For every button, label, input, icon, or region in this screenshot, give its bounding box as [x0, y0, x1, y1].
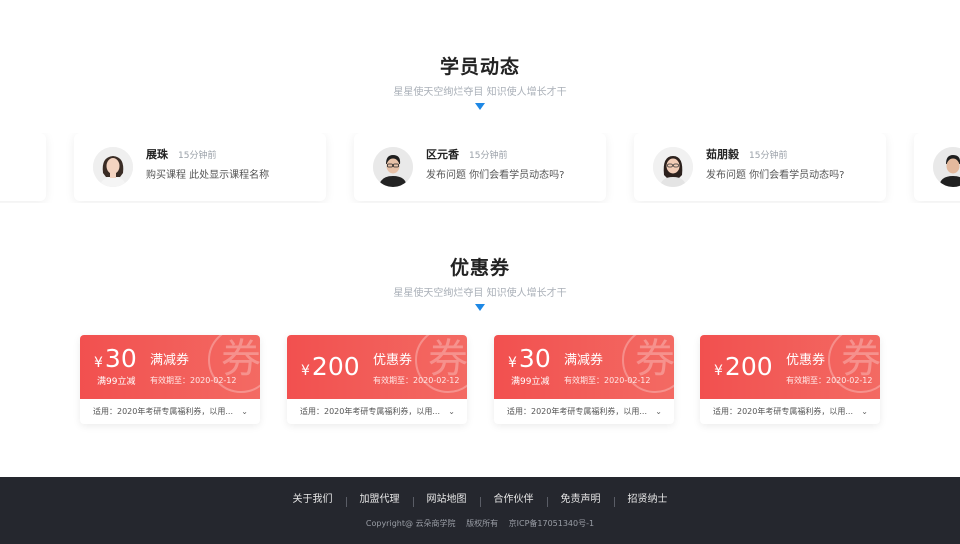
students-section-title: 学员动态	[439, 56, 520, 78]
students-section-header: 学员动态 星星使天空绚烂夺目 知识使人增长才干	[0, 55, 960, 110]
avatar	[653, 147, 693, 187]
coupon-currency: ¥	[301, 363, 310, 379]
students-section-subtitle: 星星使天空绚烂夺目 知识使人增长才干	[393, 87, 567, 98]
avatar	[933, 147, 960, 187]
coupon-card[interactable]: 券 ¥30 满99立减 满减券 有效期至：2020-02-12 适用：2020年…	[80, 335, 260, 424]
coupon-description-toggle[interactable]: 适用：2020年考研专属福利券，以用... ⌄	[287, 399, 467, 424]
footer-link-careers[interactable]: 招贤纳士	[615, 493, 681, 507]
triangle-down-icon	[475, 103, 485, 110]
coupon-amount: 30	[104, 344, 137, 373]
activity-card[interactable]: 展珠 15分钟前 购买课程 此处显示课程名称	[74, 133, 326, 201]
coupon-expire: 有效期至：2020-02-12	[564, 376, 651, 385]
footer-link-partners[interactable]: 合作伙伴	[481, 493, 547, 507]
coupon-expire: 有效期至：2020-02-12	[373, 376, 460, 385]
coupon-description-toggle[interactable]: 适用：2020年考研专属福利券，以用... ⌄	[80, 399, 260, 424]
coupon-description: 适用：2020年考研专属福利券，以用...	[507, 407, 647, 416]
coupon-amount: 200	[311, 352, 360, 381]
activity-card-partial-right[interactable]	[914, 133, 960, 201]
coupon-type: 满减券	[150, 353, 190, 368]
coupon-description-toggle[interactable]: 适用：2020年考研专属福利券，以用... ⌄	[494, 399, 674, 424]
coupon-amount: 30	[518, 344, 551, 373]
footer-link-franchise[interactable]: 加盟代理	[347, 493, 413, 507]
coupons-section-header: 优惠券 星星使天空绚烂夺目 知识使人增长才干	[0, 256, 960, 311]
coupon-card[interactable]: 券 ¥30 满99立减 满减券 有效期至：2020-02-12 适用：2020年…	[494, 335, 674, 424]
coupon-expire: 有效期至：2020-02-12	[786, 376, 873, 385]
footer-links: 关于我们 加盟代理 网站地图 合作伙伴 免责声明 招贤纳士	[0, 493, 960, 507]
coupon-condition: 满99立减	[97, 377, 136, 387]
coupon-description: 适用：2020年考研专属福利券，以用...	[713, 407, 853, 416]
triangle-down-icon	[475, 304, 485, 311]
coupon-type: 优惠券	[786, 353, 826, 368]
chevron-down-icon[interactable]: ⌄	[861, 399, 868, 424]
activity-card[interactable]: 茹朋毅 15分钟前 发布问题 你们会看学员动态吗?	[634, 133, 886, 201]
chevron-down-icon[interactable]: ⌄	[655, 399, 662, 424]
activity-user-name: 茹朋毅	[706, 148, 739, 161]
footer-copyright: Copyright@ 云朵商学院 版权所有 京ICP备17051340号-1	[0, 518, 960, 530]
chevron-down-icon[interactable]: ⌄	[241, 399, 248, 424]
coupons-section-subtitle: 星星使天空绚烂夺目 知识使人增长才干	[393, 288, 567, 299]
activity-user-name: 区元香	[426, 148, 459, 161]
coupon-type: 满减券	[564, 353, 604, 368]
footer-link-sitemap[interactable]: 网站地图	[414, 493, 480, 507]
chevron-down-icon[interactable]: ⌄	[448, 399, 455, 424]
copyright-text: Copyright@ 云朵商学院	[365, 519, 456, 528]
coupon-currency: ¥	[714, 363, 723, 379]
site-footer: 关于我们 加盟代理 网站地图 合作伙伴 免责声明 招贤纳士 Copyright@ 云朵商学…	[0, 477, 960, 544]
activity-card[interactable]: 区元香 15分钟前 发布问题 你们会看学员动态吗?	[354, 133, 606, 201]
rights-text: 版权所有	[466, 519, 499, 528]
avatar	[93, 147, 133, 187]
coupon-card[interactable]: 券 ¥200 优惠券 有效期至：2020-02-12 适用：2020年考研专属福…	[700, 335, 880, 424]
coupon-description: 适用：2020年考研专属福利券，以用...	[93, 407, 233, 416]
footer-link-about[interactable]: 关于我们	[280, 493, 346, 507]
icp-text: 京ICP备17051340号-1	[508, 519, 595, 528]
coupon-amount: 200	[724, 352, 773, 381]
activity-time: 15分钟前	[178, 151, 217, 161]
activity-text: 购买课程 此处显示课程名称	[146, 170, 270, 181]
coupon-description: 适用：2020年考研专属福利券，以用...	[300, 407, 440, 416]
activity-time: 15分钟前	[749, 151, 788, 161]
avatar	[373, 147, 413, 187]
coupon-condition: 满99立减	[511, 377, 550, 387]
student-activity-carousel[interactable]: 展珠 15分钟前 购买课程 此处显示课程名称 区元香 15分钟前 发布问题 你们会看…	[0, 133, 960, 203]
activity-time: 15分钟前	[469, 151, 508, 161]
coupon-type: 优惠券	[373, 353, 413, 368]
coupons-section-title: 优惠券	[449, 257, 510, 279]
activity-card-partial-left[interactable]	[0, 133, 46, 201]
footer-link-disclaimer[interactable]: 免责声明	[548, 493, 614, 507]
coupon-currency: ¥	[508, 355, 517, 371]
coupon-expire: 有效期至：2020-02-12	[150, 376, 237, 385]
activity-text: 发布问题 你们会看学员动态吗?	[706, 170, 845, 181]
coupon-card[interactable]: 券 ¥200 优惠券 有效期至：2020-02-12 适用：2020年考研专属福…	[287, 335, 467, 424]
activity-text: 发布问题 你们会看学员动态吗?	[426, 170, 565, 181]
coupon-description-toggle[interactable]: 适用：2020年考研专属福利券，以用... ⌄	[700, 399, 880, 424]
coupon-currency: ¥	[94, 355, 103, 371]
activity-user-name: 展珠	[146, 148, 168, 161]
